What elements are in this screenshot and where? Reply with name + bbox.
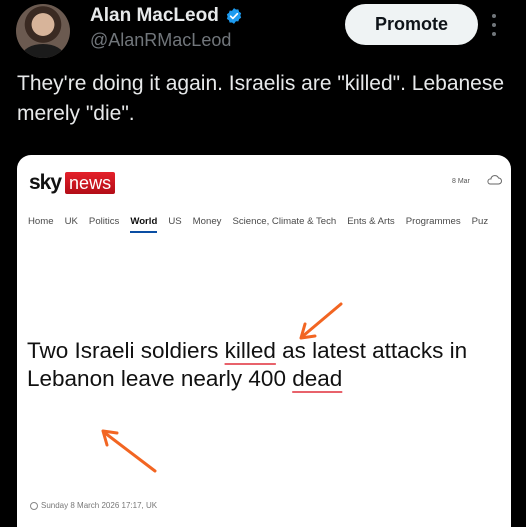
news-screenshot-card[interactable]: sky news 8 Mar Home UK Politics World US…: [17, 155, 511, 527]
clock-icon: [30, 501, 38, 510]
more-vertical-icon[interactable]: [492, 14, 498, 36]
nav-money[interactable]: Money: [193, 216, 222, 227]
cloud-icon: [487, 175, 502, 185]
tweet-text: They're doing it again. Israelis are "ki…: [17, 72, 505, 125]
sky-news-logo: sky news: [29, 171, 116, 195]
nav-politics[interactable]: Politics: [89, 216, 119, 227]
headline-part-1: Two Israeli soldiers: [27, 338, 225, 363]
headline-word-killed: killed: [224, 338, 276, 363]
nav-uk[interactable]: UK: [65, 216, 78, 227]
promote-button[interactable]: Promote: [345, 4, 478, 45]
sky-logo-text: sky: [29, 171, 62, 194]
arrow-annotation-top: [299, 302, 343, 340]
nav-world[interactable]: World: [130, 216, 158, 233]
site-nav: Home UK Politics World US Money Science,…: [28, 216, 489, 233]
verified-badge-icon: [226, 8, 241, 24]
news-logo-text: news: [65, 172, 116, 194]
arrow-annotation-bottom: [101, 429, 157, 473]
nav-us[interactable]: US: [168, 216, 181, 227]
timestamp-text: Sunday 8 March 2026 17:17, UK: [41, 501, 158, 510]
avatar[interactable]: [16, 4, 70, 58]
headline-word-dead: dead: [292, 366, 343, 391]
nav-home[interactable]: Home: [28, 216, 54, 227]
article-headline[interactable]: Two Israeli soldiers killed as latest at…: [27, 337, 487, 393]
author-handle[interactable]: @AlanRMacLeod: [90, 30, 231, 51]
nav-ents-arts[interactable]: Ents & Arts: [347, 216, 394, 227]
nav-puzzles[interactable]: Puz: [472, 216, 489, 227]
article-timestamp: Sunday 8 March 2026 17:17, UK: [30, 501, 157, 510]
author-display-name[interactable]: Alan MacLeod: [90, 5, 219, 27]
nav-programmes[interactable]: Programmes: [406, 216, 461, 227]
nav-science-climate-tech[interactable]: Science, Climate & Tech: [232, 216, 336, 227]
author-name-row: Alan MacLeod: [90, 5, 243, 27]
date-chip: 8 Mar: [452, 178, 470, 185]
